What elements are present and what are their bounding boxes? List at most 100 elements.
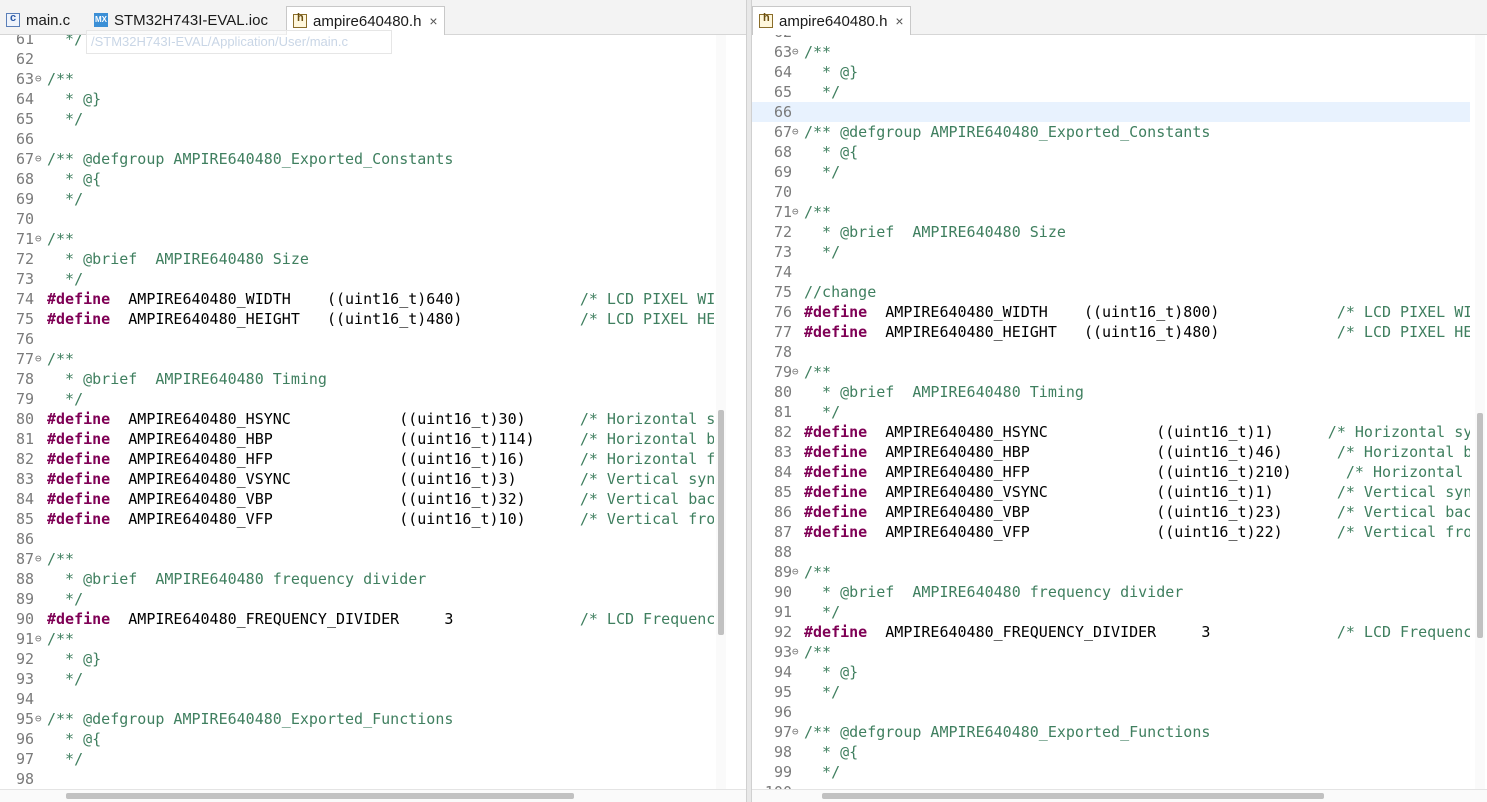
code-line[interactable]: 93 */ (0, 669, 714, 689)
close-icon[interactable]: × (429, 13, 437, 29)
code-line[interactable]: 67 ⊖/** @defgroup AMPIRE640480_Exported_C… (752, 122, 1470, 142)
fold-toggle-icon[interactable]: ⊖ (35, 229, 45, 249)
code-line[interactable]: 95 */ (752, 682, 1470, 702)
code-line[interactable]: 70 (752, 182, 1470, 202)
code-line[interactable]: 99 */ (752, 762, 1470, 782)
fold-toggle-icon[interactable]: ⊖ (35, 349, 45, 369)
code-line[interactable]: 97 ⊖/** @defgroup AMPIRE640480_Exported_F… (752, 722, 1470, 742)
code-line[interactable]: 72 * @brief AMPIRE640480 Size (752, 222, 1470, 242)
code-line[interactable]: 91 */ (752, 602, 1470, 622)
vertical-scrollbar[interactable] (716, 35, 726, 790)
code-line[interactable]: 82 #define AMPIRE640480_HFP ((uint16_t)16… (0, 449, 714, 469)
fold-toggle-icon[interactable]: ⊖ (35, 149, 45, 169)
code-line[interactable]: 85 #define AMPIRE640480_VFP ((uint16_t)10… (0, 509, 714, 529)
code-line[interactable]: 74 #define AMPIRE640480_WIDTH ((uint16_t)… (0, 289, 714, 309)
horizontal-scrollbar[interactable] (752, 789, 1487, 802)
code-line[interactable]: 72 * @brief AMPIRE640480 Size (0, 249, 714, 269)
code-line[interactable]: 63 ⊖/** (752, 42, 1470, 62)
fold-toggle-icon[interactable]: ⊖ (792, 562, 802, 582)
fold-toggle-icon[interactable]: ⊖ (792, 362, 802, 382)
code-line[interactable]: 76 #define AMPIRE640480_WIDTH ((uint16_t)… (752, 302, 1470, 322)
code-line[interactable]: 67 ⊖/** @defgroup AMPIRE640480_Exported_C… (0, 149, 714, 169)
code-line[interactable]: 81 #define AMPIRE640480_HBP ((uint16_t)11… (0, 429, 714, 449)
code-line[interactable]: 94 * @} (752, 662, 1470, 682)
code-line[interactable]: 92 * @} (0, 649, 714, 669)
code-line[interactable]: 79 ⊖/** (752, 362, 1470, 382)
scroll-thumb[interactable] (66, 793, 574, 799)
code-line[interactable]: 96 * @{ (0, 729, 714, 749)
scroll-thumb[interactable] (1477, 413, 1483, 638)
fold-toggle-icon[interactable]: ⊖ (792, 202, 802, 222)
fold-toggle-icon[interactable]: ⊖ (35, 629, 45, 649)
tab-main-c[interactable]: main.c (0, 6, 76, 34)
scroll-thumb[interactable] (822, 793, 1324, 799)
code-line[interactable]: 90 #define AMPIRE640480_FREQUENCY_DIVIDER… (0, 609, 714, 629)
code-line[interactable]: 78 (752, 342, 1470, 362)
code-line[interactable]: 75 //change (752, 282, 1470, 302)
scroll-thumb[interactable] (718, 410, 724, 635)
code-line[interactable]: 98 (0, 769, 714, 789)
code-line[interactable]: 81 */ (752, 402, 1470, 422)
code-line[interactable]: 84 #define AMPIRE640480_VBP ((uint16_t)32… (0, 489, 714, 509)
code-line[interactable]: 83 #define AMPIRE640480_VSYNC ((uint16_t)… (0, 469, 714, 489)
code-line[interactable]: 95 ⊖/** @defgroup AMPIRE640480_Exported_F… (0, 709, 714, 729)
close-icon[interactable]: × (895, 13, 903, 29)
code-line[interactable]: 86 #define AMPIRE640480_VBP ((uint16_t)23… (752, 502, 1470, 522)
code-line[interactable]: 73 */ (752, 242, 1470, 262)
code-line[interactable]: 92 #define AMPIRE640480_FREQUENCY_DIVIDER… (752, 622, 1470, 642)
code-line[interactable]: 80 * @brief AMPIRE640480 Timing (752, 382, 1470, 402)
code-line[interactable]: 85 #define AMPIRE640480_VSYNC ((uint16_t)… (752, 482, 1470, 502)
fold-toggle-icon[interactable]: ⊖ (792, 722, 802, 742)
code-line[interactable]: 80 #define AMPIRE640480_HSYNC ((uint16_t)… (0, 409, 714, 429)
code-line[interactable]: 93 ⊖/** (752, 642, 1470, 662)
code-line[interactable]: 98 * @{ (752, 742, 1470, 762)
code-line[interactable]: 64 * @} (0, 89, 714, 109)
code-line[interactable]: 74 (752, 262, 1470, 282)
code-line[interactable]: 65 */ (0, 109, 714, 129)
code-line[interactable]: 83 #define AMPIRE640480_HBP ((uint16_t)46… (752, 442, 1470, 462)
fold-toggle-icon[interactable]: ⊖ (35, 69, 45, 89)
code-line[interactable]: 88 (752, 542, 1470, 562)
code-line[interactable]: 90 * @brief AMPIRE640480 frequency divid… (752, 582, 1470, 602)
fold-toggle-icon[interactable]: ⊖ (35, 549, 45, 569)
code-line[interactable]: 70 (0, 209, 714, 229)
code-line[interactable]: 73 */ (0, 269, 714, 289)
code-line[interactable]: 64 * @} (752, 62, 1470, 82)
fold-toggle-icon[interactable]: ⊖ (792, 122, 802, 142)
code-line[interactable]: 97 */ (0, 749, 714, 769)
code-line[interactable]: 88 * @brief AMPIRE640480 frequency divid… (0, 569, 714, 589)
code-line[interactable]: 94 (0, 689, 714, 709)
code-editor[interactable]: 61 */62 63 ⊖/** 64 * @} 65 */66 67 ⊖/** @defgr… (0, 35, 714, 790)
code-line[interactable]: 71 ⊖/** (752, 202, 1470, 222)
code-line[interactable]: 66 (752, 102, 1470, 122)
code-line[interactable]: 89 ⊖/** (752, 562, 1470, 582)
code-line[interactable]: 68 * @{ (752, 142, 1470, 162)
code-line[interactable]: 91 ⊖/** (0, 629, 714, 649)
code-line[interactable]: 69 */ (0, 189, 714, 209)
fold-toggle-icon[interactable]: ⊖ (35, 709, 45, 729)
code-line[interactable]: 71 ⊖/** (0, 229, 714, 249)
code-line[interactable]: 75 #define AMPIRE640480_HEIGHT ((uint16_t… (0, 309, 714, 329)
code-line[interactable]: 68 * @{ (0, 169, 714, 189)
code-line[interactable]: 87 #define AMPIRE640480_VFP ((uint16_t)22… (752, 522, 1470, 542)
code-line[interactable]: 79 */ (0, 389, 714, 409)
code-line[interactable]: 62 (752, 35, 1470, 42)
fold-toggle-icon[interactable]: ⊖ (792, 42, 802, 62)
code-line[interactable]: 86 (0, 529, 714, 549)
code-line[interactable]: 65 */ (752, 82, 1470, 102)
tab-ampire640480-h[interactable]: ampire640480.h × (752, 6, 911, 35)
code-editor[interactable]: 6263⊖/**64 * @}65 */6667⊖/** @defgroup A… (752, 35, 1470, 790)
horizontal-scrollbar[interactable] (0, 789, 746, 802)
code-line[interactable]: 87 ⊖/** (0, 549, 714, 569)
code-line[interactable]: 77 #define AMPIRE640480_HEIGHT ((uint16_t… (752, 322, 1470, 342)
code-line[interactable]: 66 (0, 129, 714, 149)
vertical-scrollbar[interactable] (1475, 35, 1485, 790)
code-line[interactable]: 78 * @brief AMPIRE640480 Timing (0, 369, 714, 389)
code-line[interactable]: 96 (752, 702, 1470, 722)
code-line[interactable]: 69 */ (752, 162, 1470, 182)
code-line[interactable]: 63 ⊖/** (0, 69, 714, 89)
fold-toggle-icon[interactable]: ⊖ (792, 642, 802, 662)
code-line[interactable]: 77 ⊖/** (0, 349, 714, 369)
code-line[interactable]: 89 */ (0, 589, 714, 609)
code-line[interactable]: 76 (0, 329, 714, 349)
